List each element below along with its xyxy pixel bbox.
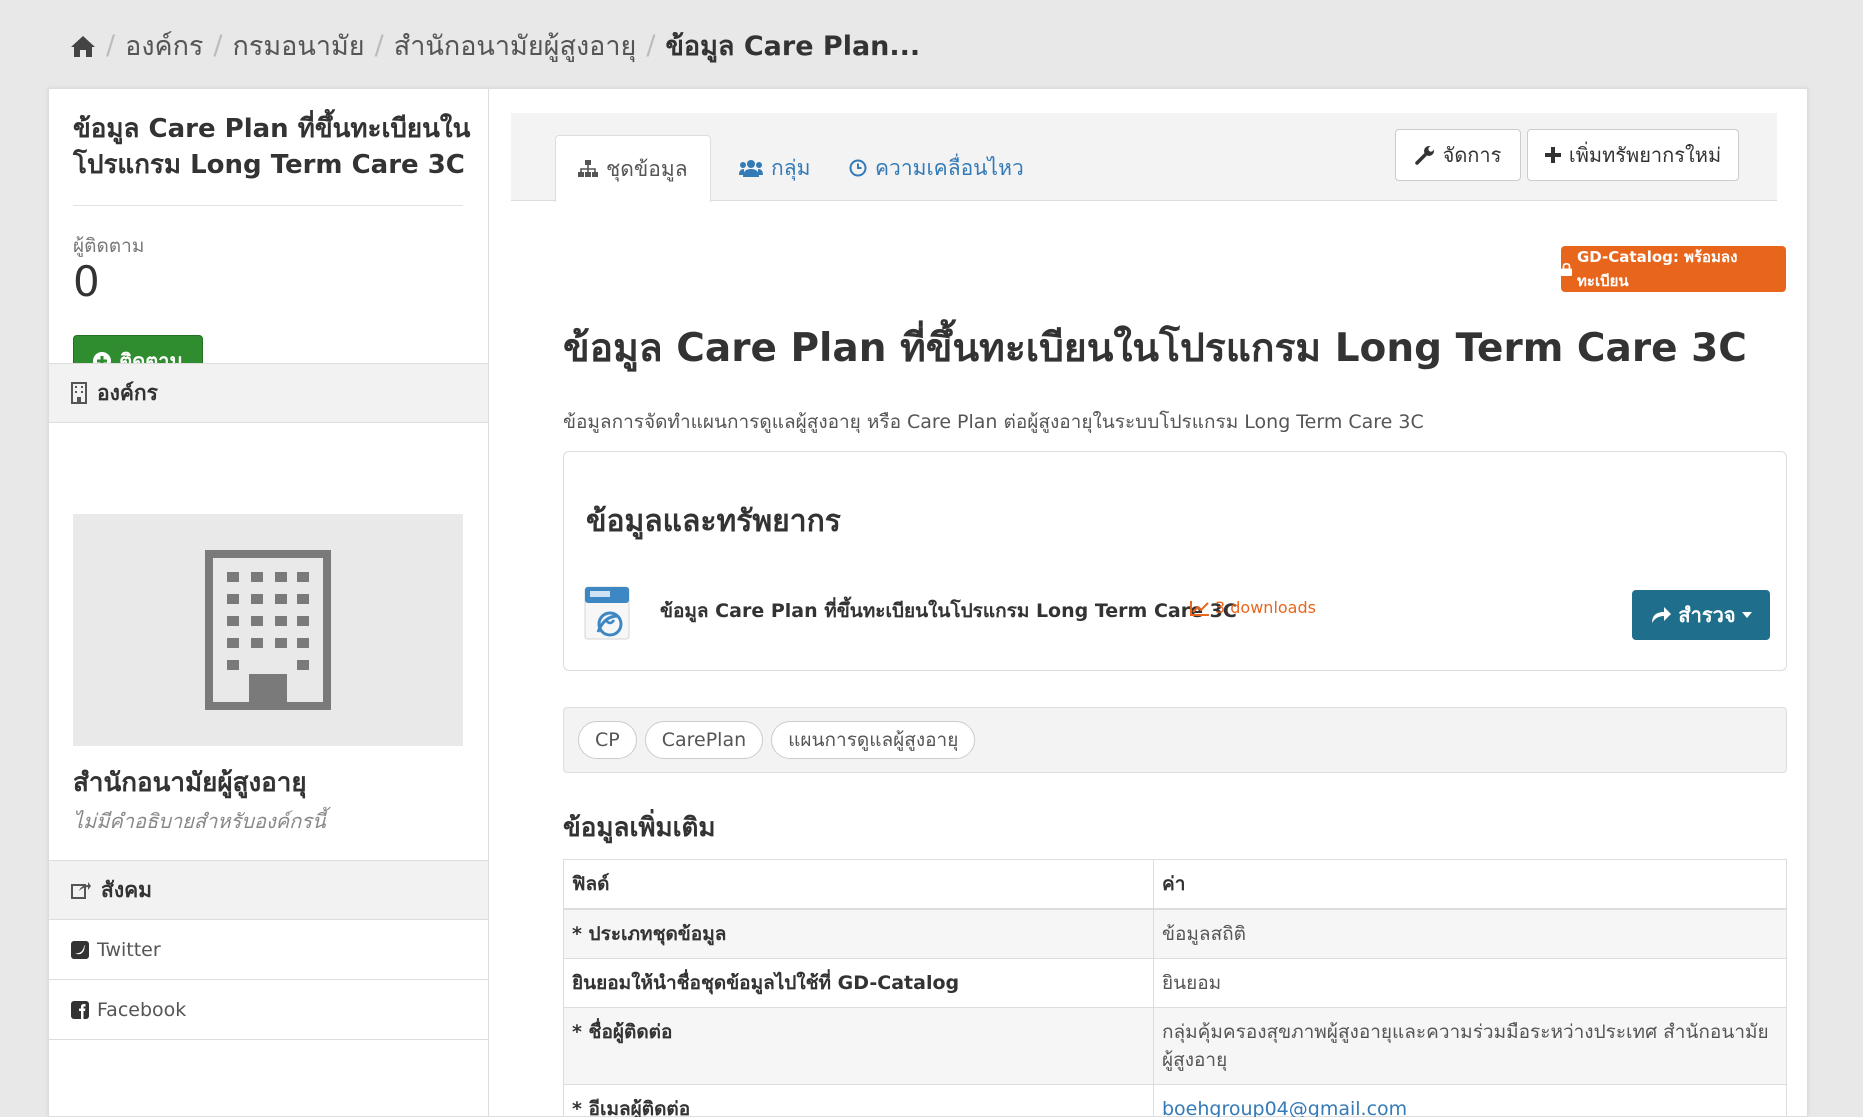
table-row: * อีเมลผู้ติดต่อ boehgroup04@gmail.com — [563, 1084, 1787, 1117]
resource-downloads-label: 3 downloads — [1215, 598, 1316, 617]
breadcrumb-separator: / — [213, 30, 223, 61]
additional-info-table: ฟิลด์ ค่า * ประเภทชุดข้อมูล ข้อมูลสถิติ … — [563, 859, 1787, 1117]
building-icon — [205, 550, 331, 710]
tab-activity[interactable]: ความเคลื่อนไหว — [849, 135, 1024, 201]
sidebar-dataset-title: ข้อมูล Care Plan ที่ขึ้นทะเบียนใน โปรแกร… — [73, 114, 471, 180]
value-cell: ข้อมูลสถิติ — [1153, 908, 1787, 959]
organization-heading-label: องค์กร — [97, 380, 158, 405]
breadcrumb-separator: / — [646, 30, 656, 61]
breadcrumb-item-bureau[interactable]: สำนักอนามัยผู้สูงอายุ — [394, 24, 637, 67]
tab-bar: ชุดข้อมูล กลุ่ม ความเคลื่อนไหว จัดการ เพ… — [511, 113, 1777, 202]
twitter-label: Twitter — [97, 938, 161, 961]
lock-icon — [1561, 262, 1572, 276]
breadcrumb-item-organizations[interactable]: องค์กร — [125, 24, 203, 67]
organization-image[interactable] — [73, 514, 463, 746]
facebook-icon — [71, 1000, 89, 1019]
breadcrumb-separator: / — [374, 30, 384, 61]
organization-heading: องค์กร — [49, 363, 488, 423]
value-cell: ยินยอม — [1153, 958, 1787, 1008]
html-format-icon — [584, 586, 630, 640]
tab-datasets-label: ชุดข้อมูล — [606, 156, 688, 181]
clock-icon — [849, 159, 867, 177]
tags-bar: CP CarePlan แผนการดูแลผู้สูงอายุ — [563, 707, 1787, 773]
field-cell: * ประเภทชุดข้อมูล — [563, 908, 1154, 959]
explore-button[interactable]: สำรวจ — [1632, 590, 1770, 640]
table-header-row: ฟิลด์ ค่า — [563, 859, 1787, 910]
caret-down-icon — [1741, 612, 1752, 618]
dataset-title: ข้อมูล Care Plan ที่ขึ้นทะเบียนในโปรแกรม… — [563, 326, 1747, 371]
gd-catalog-badge: GD-Catalog: พร้อมลงทะเบียน — [1561, 246, 1786, 292]
organization-name[interactable]: สำนักอนามัยผู้สูงอายุ — [73, 762, 307, 803]
social-heading: สังคม — [49, 860, 488, 920]
tab-groups[interactable]: กลุ่ม — [739, 135, 810, 201]
social-link-twitter[interactable]: Twitter — [49, 920, 488, 980]
manage-button[interactable]: จัดการ — [1395, 129, 1521, 181]
main-content: ชุดข้อมูล กลุ่ม ความเคลื่อนไหว จัดการ เพ… — [489, 89, 1807, 1117]
breadcrumb-item-department[interactable]: กรมอนามัย — [233, 24, 365, 67]
column-header-field: ฟิลด์ — [563, 859, 1154, 910]
share-arrow-icon — [1650, 606, 1672, 624]
building-icon — [71, 382, 87, 404]
home-icon[interactable] — [70, 34, 96, 58]
table-row: * ประเภทชุดข้อมูล ข้อมูลสถิติ — [563, 908, 1787, 959]
resources-panel: ข้อมูลและทรัพยากร ข้อมูล Care Plan ที่ขึ… — [563, 451, 1787, 671]
sitemap-icon — [578, 160, 598, 178]
divider — [73, 205, 463, 206]
users-icon — [739, 159, 763, 177]
column-header-value: ค่า — [1153, 859, 1787, 910]
gd-catalog-badge-label: GD-Catalog: พร้อมลงทะเบียน — [1577, 248, 1738, 290]
resource-item[interactable]: ข้อมูล Care Plan ที่ขึ้นทะเบียนในโปรแกรม… — [584, 586, 1770, 646]
facebook-label: Facebook — [97, 998, 187, 1021]
organization-description: ไม่มีคำอธิบายสำหรับองค์กรนี้ — [73, 809, 326, 833]
tag-item[interactable]: CP — [578, 721, 637, 759]
sidebar: ข้อมูล Care Plan ที่ขึ้นทะเบียนใน โปรแกร… — [49, 89, 489, 1116]
resources-heading: ข้อมูลและทรัพยากร — [586, 504, 841, 539]
tab-datasets[interactable]: ชุดข้อมูล — [555, 135, 711, 202]
resource-downloads: 3 downloads — [1190, 598, 1316, 617]
chart-line-icon — [1190, 600, 1210, 616]
tab-groups-label: กลุ่ม — [771, 155, 811, 180]
tag-item[interactable]: CarePlan — [644, 721, 764, 759]
share-icon — [71, 881, 91, 899]
resource-name[interactable]: ข้อมูล Care Plan ที่ขึ้นทะเบียนในโปรแกรม… — [660, 596, 1237, 626]
field-cell: * ชื่อผู้ติดต่อ — [563, 1007, 1154, 1085]
contact-email-link[interactable]: boehgroup04@gmail.com — [1162, 1098, 1407, 1117]
table-row: * ชื่อผู้ติดต่อ กลุ่มคุ้มครองสุขภาพผู้สู… — [563, 1007, 1787, 1085]
field-cell: ยินยอมให้นำชื่อชุดข้อมูลไปใช้ที่ GD-Cata… — [563, 958, 1154, 1008]
social-link-facebook[interactable]: Facebook — [49, 980, 488, 1040]
additional-info-heading: ข้อมูลเพิ่มเติม — [563, 813, 716, 843]
plus-icon — [1544, 147, 1561, 163]
twitter-icon — [71, 940, 89, 959]
breadcrumb-item-current[interactable]: ข้อมูล Care Plan... — [665, 24, 920, 67]
followers-count: 0 — [73, 257, 100, 306]
explore-button-label: สำรวจ — [1678, 603, 1736, 627]
breadcrumb: / องค์กร / กรมอนามัย / สำนักอนามัยผู้สูง… — [70, 24, 920, 67]
social-heading-label: สังคม — [101, 877, 152, 902]
value-cell: กลุ่มคุ้มครองสุขภาพผู้สูงอายุและความร่วม… — [1153, 1007, 1787, 1085]
table-row: ยินยอมให้นำชื่อชุดข้อมูลไปใช้ที่ GD-Cata… — [563, 958, 1787, 1008]
breadcrumb-separator: / — [106, 30, 116, 61]
tab-activity-label: ความเคลื่อนไหว — [875, 155, 1024, 180]
add-resource-button-label: เพิ่มทรัพยากรใหม่ — [1568, 143, 1722, 167]
tag-item[interactable]: แผนการดูแลผู้สูงอายุ — [771, 721, 976, 759]
content-wrapper: ข้อมูล Care Plan ที่ขึ้นทะเบียนใน โปรแกร… — [48, 88, 1808, 1117]
manage-button-label: จัดการ — [1442, 143, 1502, 167]
value-cell: boehgroup04@gmail.com — [1153, 1084, 1787, 1117]
wrench-icon — [1414, 145, 1435, 165]
field-cell: * อีเมลผู้ติดต่อ — [563, 1084, 1154, 1117]
add-resource-button[interactable]: เพิ่มทรัพยากรใหม่ — [1527, 129, 1739, 181]
dataset-description: ข้อมูลการจัดทำแผนการดูแลผู้สูงอายุ หรือ … — [563, 411, 1424, 433]
